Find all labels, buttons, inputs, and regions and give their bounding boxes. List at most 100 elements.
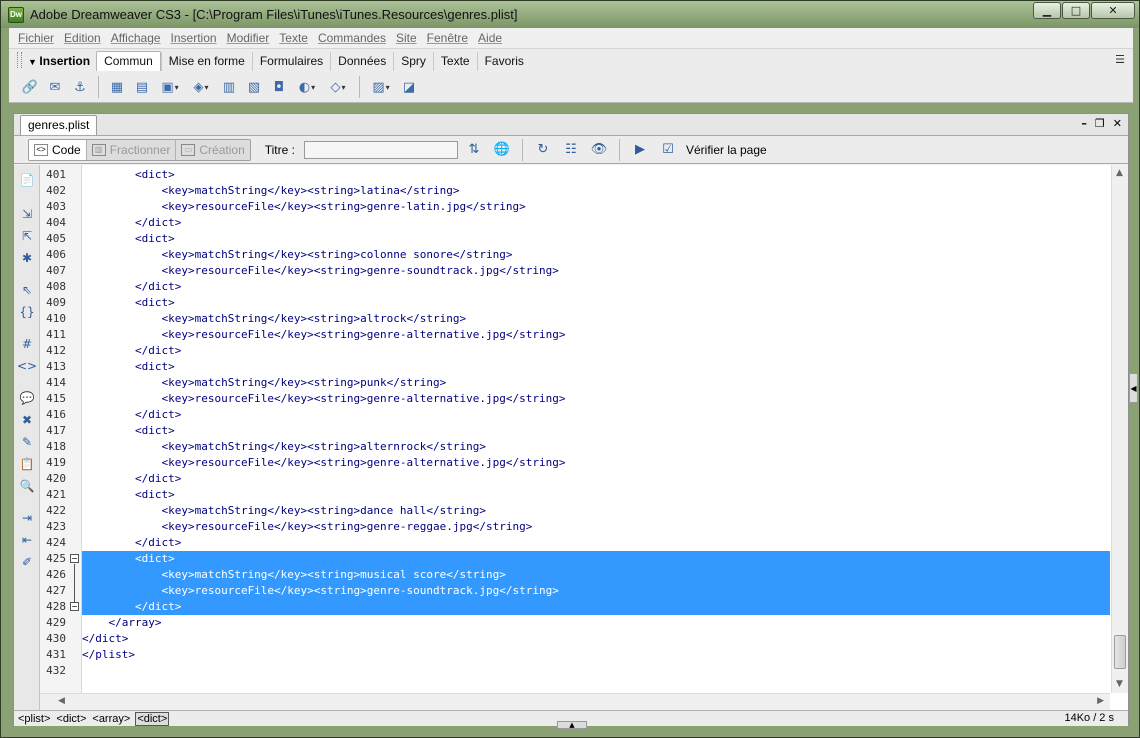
hyperlink-icon[interactable]: 🔗 bbox=[19, 76, 41, 98]
menu-edition[interactable]: Edition bbox=[59, 31, 106, 45]
validate-markup-icon[interactable]: ▶ bbox=[628, 139, 652, 161]
horizontal-scrollbar[interactable]: ◀ ▶ bbox=[40, 693, 1110, 710]
comment-icon[interactable]: ◘ bbox=[268, 76, 290, 98]
wrap-tag-icon[interactable]: ✎ bbox=[18, 433, 36, 451]
panel-grip[interactable] bbox=[17, 52, 22, 68]
properties-expand-handle[interactable]: ▲ bbox=[557, 721, 587, 729]
code-line[interactable]: <key>resourceFile</key><string>genre-sou… bbox=[82, 263, 1110, 279]
script-icon[interactable]: ◇ bbox=[324, 76, 352, 98]
file-management-icon[interactable]: ⇅ bbox=[462, 139, 486, 161]
maximize-button[interactable]: □ bbox=[1062, 2, 1090, 19]
tab-favoris[interactable]: Favoris bbox=[476, 52, 531, 71]
refresh-icon[interactable]: ↻ bbox=[531, 139, 555, 161]
code-line[interactable]: <key>resourceFile</key><string>genre-lat… bbox=[82, 199, 1110, 215]
menu-fichier[interactable]: Fichier bbox=[13, 31, 59, 45]
close-button[interactable]: ✕ bbox=[1091, 2, 1135, 19]
scroll-right-icon[interactable]: ▶ bbox=[1097, 696, 1104, 706]
page-title-input[interactable] bbox=[303, 140, 458, 159]
menu-aide[interactable]: Aide bbox=[473, 31, 507, 45]
open-documents-icon[interactable]: 📄 bbox=[18, 171, 36, 189]
layer-div-icon[interactable]: ▤ bbox=[131, 76, 153, 98]
code-line[interactable]: <dict> bbox=[82, 231, 1110, 247]
tab-spry[interactable]: Spry bbox=[393, 52, 433, 71]
balance-braces-icon[interactable]: {} bbox=[18, 303, 36, 321]
code-line[interactable] bbox=[82, 663, 1110, 679]
tab-commun[interactable]: Commun bbox=[96, 51, 161, 71]
collapse-block-icon[interactable]: − bbox=[70, 554, 79, 563]
code-line[interactable]: </dict> bbox=[82, 407, 1110, 423]
menu-texte[interactable]: Texte bbox=[274, 31, 313, 45]
code-line[interactable]: </dict> bbox=[82, 471, 1110, 487]
code-line[interactable]: <dict> bbox=[82, 295, 1110, 311]
code-line[interactable]: </dict> bbox=[82, 535, 1110, 551]
tag-selector-current-dict[interactable]: <dict> bbox=[135, 711, 170, 726]
code-line[interactable]: </dict> bbox=[82, 343, 1110, 359]
doc-minimize-button[interactable]: – bbox=[1081, 117, 1087, 130]
head-icon[interactable]: ◐ bbox=[293, 76, 321, 98]
tab-formulaires[interactable]: Formulaires bbox=[251, 52, 330, 71]
tag-selector-array[interactable]: <array> bbox=[91, 713, 131, 725]
code-line[interactable]: <key>matchString</key><string>alternrock… bbox=[82, 439, 1110, 455]
minimize-button[interactable]: ▁ bbox=[1033, 2, 1061, 19]
menu-commandes[interactable]: Commandes bbox=[313, 31, 391, 45]
visual-aids-icon[interactable]: 👁 bbox=[587, 139, 611, 161]
named-anchor-icon[interactable]: ⚓ bbox=[69, 76, 91, 98]
doc-restore-button[interactable]: ❐ bbox=[1095, 117, 1105, 130]
remove-comment-icon[interactable]: ✖ bbox=[18, 411, 36, 429]
code-line-selected[interactable]: <key>matchString</key><string>musical sc… bbox=[82, 567, 1110, 583]
view-options-icon[interactable]: ☷ bbox=[559, 139, 583, 161]
tab-donnees[interactable]: Données bbox=[330, 52, 393, 71]
table-icon[interactable]: ▦ bbox=[106, 76, 128, 98]
panel-collapse-handle[interactable]: ◀ bbox=[1129, 373, 1138, 403]
format-source-icon[interactable]: ✐ bbox=[18, 553, 36, 571]
code-line[interactable]: </dict> bbox=[82, 279, 1110, 295]
code-line[interactable]: <key>matchString</key><string>colonne so… bbox=[82, 247, 1110, 263]
code-line[interactable]: </plist> bbox=[82, 647, 1110, 663]
code-line[interactable]: </array> bbox=[82, 615, 1110, 631]
code-line[interactable]: <key>matchString</key><string>punk</stri… bbox=[82, 375, 1110, 391]
scroll-left-icon[interactable]: ◀ bbox=[58, 696, 65, 706]
split-view-button[interactable]: ▥ Fractionner bbox=[87, 139, 177, 160]
menu-fenetre[interactable]: Fenêtre bbox=[422, 31, 473, 45]
collapse-selection-icon[interactable]: ⇱ bbox=[18, 227, 36, 245]
vertical-scrollbar[interactable]: ▲ ▼ bbox=[1111, 165, 1128, 693]
doc-close-button[interactable]: ✕ bbox=[1113, 117, 1122, 130]
check-page-icon[interactable]: ☑ bbox=[656, 139, 680, 161]
menu-affichage[interactable]: Affichage bbox=[106, 31, 166, 45]
code-line[interactable]: <key>resourceFile</key><string>genre-reg… bbox=[82, 519, 1110, 535]
title-bar[interactable]: Dw Adobe Dreamweaver CS3 - [C:\Program F… bbox=[1, 1, 1139, 28]
code-line[interactable]: <key>resourceFile</key><string>genre-alt… bbox=[82, 391, 1110, 407]
code-line-selected[interactable]: <key>resourceFile</key><string>genre-sou… bbox=[82, 583, 1110, 599]
code-line[interactable]: <dict> bbox=[82, 487, 1110, 503]
code-line[interactable]: </dict> bbox=[82, 631, 1110, 647]
document-tab[interactable]: genres.plist bbox=[20, 115, 98, 135]
recent-snippets-icon[interactable]: 📋 bbox=[18, 455, 36, 473]
code-editor[interactable]: <dict> <key>matchString</key><string>lat… bbox=[82, 165, 1110, 693]
menu-modifier[interactable]: Modifier bbox=[222, 31, 275, 45]
vertical-scroll-thumb[interactable] bbox=[1114, 635, 1126, 669]
collapse-tag-icon[interactable]: ⇲ bbox=[18, 205, 36, 223]
panel-menu-icon[interactable]: ☰ bbox=[1115, 53, 1125, 66]
menu-site[interactable]: Site bbox=[391, 31, 422, 45]
code-line[interactable]: </dict> bbox=[82, 215, 1110, 231]
preview-browser-icon[interactable]: 🌐 bbox=[490, 139, 514, 161]
menu-insertion[interactable]: Insertion bbox=[166, 31, 222, 45]
line-numbers-icon[interactable]: # bbox=[18, 335, 36, 353]
indent-code-icon[interactable]: ⇥ bbox=[18, 509, 36, 527]
collapse-block-end-icon[interactable]: − bbox=[70, 602, 79, 611]
email-link-icon[interactable]: ✉ bbox=[44, 76, 66, 98]
code-line-selected[interactable]: </dict> bbox=[82, 599, 1110, 615]
code-view-button[interactable]: <> Code bbox=[29, 139, 87, 160]
tab-mise-en-forme[interactable]: Mise en forme bbox=[160, 52, 252, 71]
highlight-invalid-code-icon[interactable]: <> bbox=[17, 357, 37, 375]
scroll-up-icon[interactable]: ▲ bbox=[1116, 168, 1123, 178]
image-icon[interactable]: ▣ bbox=[156, 76, 184, 98]
code-line[interactable]: <dict> bbox=[82, 423, 1110, 439]
scroll-down-icon[interactable]: ▼ bbox=[1116, 679, 1123, 689]
code-line[interactable]: <key>resourceFile</key><string>genre-alt… bbox=[82, 327, 1110, 343]
templates-icon[interactable]: ▨ bbox=[367, 76, 395, 98]
server-include-icon[interactable]: ▧ bbox=[243, 76, 265, 98]
code-line[interactable]: <key>resourceFile</key><string>genre-alt… bbox=[82, 455, 1110, 471]
tab-texte[interactable]: Texte bbox=[432, 52, 477, 71]
select-parent-tag-icon[interactable]: ⇖ bbox=[18, 281, 36, 299]
